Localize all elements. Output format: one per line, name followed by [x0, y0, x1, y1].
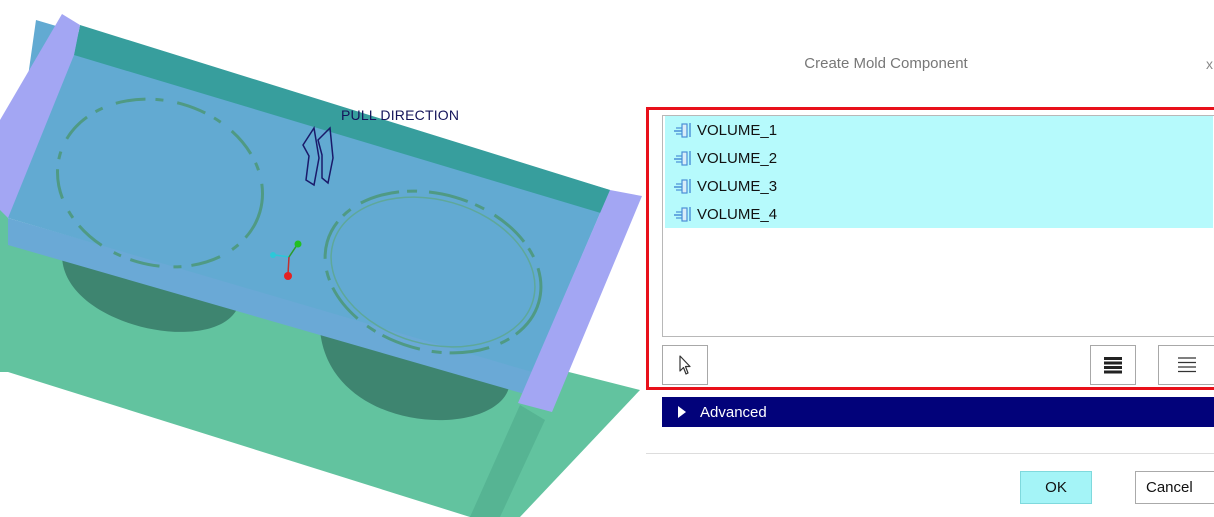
- list-item-label: VOLUME_4: [697, 205, 778, 223]
- advanced-label: Advanced: [700, 403, 767, 421]
- volume-icon: [674, 207, 691, 222]
- cancel-button[interactable]: Cancel: [1135, 471, 1214, 504]
- mold-model-graphic[interactable]: [0, 0, 650, 517]
- expand-triangle-icon: [678, 406, 686, 418]
- list-item-volume-1[interactable]: VOLUME_1: [665, 116, 1213, 144]
- list-item-volume-3[interactable]: VOLUME_3: [665, 172, 1213, 200]
- advanced-section-toggle[interactable]: Advanced: [662, 397, 1214, 427]
- divider: [646, 453, 1214, 454]
- list-item-label: VOLUME_2: [697, 149, 778, 167]
- volume-icon: [674, 123, 691, 138]
- model-viewport[interactable]: PULL DIRECTION: [0, 0, 650, 517]
- base-block-left: [0, 200, 8, 372]
- volume-icon: [674, 179, 691, 194]
- create-mold-component-dialog: Create Mold Component x VOLUME_1 VOLUME_…: [646, 0, 1214, 517]
- volume-icon: [674, 151, 691, 166]
- deselect-all-icon: [1177, 357, 1196, 373]
- close-button[interactable]: x: [1206, 56, 1213, 72]
- pointer-icon: [679, 355, 691, 375]
- deselect-all-button[interactable]: [1158, 345, 1214, 385]
- list-item-volume-2[interactable]: VOLUME_2: [665, 144, 1213, 172]
- select-all-button[interactable]: [1090, 345, 1136, 385]
- select-button[interactable]: [662, 345, 708, 385]
- ok-button[interactable]: OK: [1020, 471, 1092, 504]
- list-item-volume-4[interactable]: VOLUME_4: [665, 200, 1213, 228]
- volume-list[interactable]: VOLUME_1 VOLUME_2 VOLUME_3 VOLUME_4: [662, 115, 1214, 337]
- list-item-label: VOLUME_1: [697, 121, 778, 139]
- select-all-icon: [1104, 357, 1122, 374]
- list-item-label: VOLUME_3: [697, 177, 778, 195]
- screen: PULL DIRECTION Create Mold Component x V…: [0, 0, 1214, 517]
- pull-direction-label: PULL DIRECTION: [341, 107, 460, 123]
- dialog-title: Create Mold Component: [804, 55, 968, 72]
